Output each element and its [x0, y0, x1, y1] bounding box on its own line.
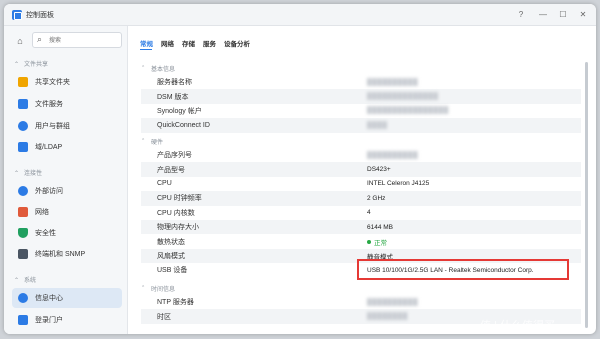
sidebar-item-domain-ldap[interactable]: 域/LDAP	[12, 137, 122, 157]
watermark: 值 | 什么值得买	[480, 320, 555, 332]
home-icon[interactable]: ⌂	[12, 34, 28, 48]
close-icon[interactable]: ✕	[576, 8, 590, 22]
row-physical-memory: 物理内存大小 6144 MB	[141, 220, 581, 235]
search-icon: ⌕	[37, 34, 43, 44]
control-panel-icon	[12, 10, 22, 20]
info-icon	[18, 293, 28, 303]
group-basic-info[interactable]: ⌃ 基本信息	[141, 62, 175, 74]
folder-icon	[18, 77, 28, 87]
title-bar: 控制面板 ? — ☐ ✕	[4, 4, 596, 26]
window-title: 控制面板	[26, 12, 54, 19]
sidebar-item-shared-folder[interactable]: 共享文件夹	[12, 72, 122, 92]
row-dsm-version: DSM 版本 ██████████████	[141, 89, 581, 104]
tab-service[interactable]: 服务	[203, 38, 216, 50]
tab-storage[interactable]: 存储	[182, 38, 195, 50]
sidebar-item-info-center[interactable]: 信息中心	[12, 288, 122, 308]
tab-network[interactable]: 网络	[161, 38, 174, 50]
tab-bar: 常规 网络 存储 服务 设备分析	[140, 38, 250, 50]
sidebar-item-login-portal[interactable]: 登录门户	[12, 310, 122, 330]
control-panel-window: 控制面板 ? — ☐ ✕ ⌂ ⌕ ⌃文件共享 共享文件夹 文件服务 用户与群组 …	[4, 4, 596, 334]
row-cpu: CPU INTEL Celeron J4125	[157, 180, 430, 188]
row-product-model: 产品型号 DS423+	[141, 162, 581, 177]
search-box[interactable]: ⌕	[32, 32, 122, 48]
section-file-sharing[interactable]: ⌃ 文件共享	[14, 59, 48, 68]
status-dot-icon	[367, 239, 371, 244]
search-input[interactable]	[49, 35, 117, 46]
row-thermal-status: 散热状态 正常	[157, 237, 387, 247]
sidebar-item-security[interactable]: 安全性	[12, 223, 122, 243]
row-synology-account: Synology 帐户 ████████████████	[157, 107, 449, 115]
minimize-icon[interactable]: —	[536, 8, 550, 22]
row-ntp-server: NTP 服务器 ██████████	[157, 298, 419, 307]
row-cpu-cores: CPU 内核数 4	[157, 209, 371, 217]
active-tab-indicator	[140, 49, 152, 50]
portal-icon	[18, 315, 28, 325]
domain-icon	[18, 142, 28, 152]
help-icon[interactable]: ?	[514, 8, 528, 22]
sidebar-item-network[interactable]: 网络	[12, 202, 122, 222]
highlight-box	[357, 259, 569, 280]
sidebar-item-user-group[interactable]: 用户与群组	[12, 116, 122, 136]
row-server-name: 服务器名称 ██████████	[157, 78, 419, 87]
sidebar-item-terminal-snmp[interactable]: 终端机和 SNMP	[12, 244, 122, 264]
sidebar-item-external-access[interactable]: 外部访问	[12, 181, 122, 201]
group-time-info[interactable]: ⌃ 时间信息	[141, 282, 175, 294]
maximize-icon[interactable]: ☐	[556, 8, 570, 22]
row-quickconnect-id: QuickConnect ID ████	[141, 118, 581, 133]
status-badge: 正常	[367, 237, 387, 247]
user-group-icon	[18, 121, 28, 131]
terminal-icon	[18, 249, 28, 259]
file-service-icon	[18, 99, 28, 109]
row-serial-number: 产品序列号 ██████████	[157, 151, 419, 160]
globe-icon	[18, 186, 28, 196]
row-cpu-clock: CPU 时钟频率 2 GHz	[141, 191, 581, 206]
section-connectivity[interactable]: ⌃ 连接性	[14, 168, 42, 177]
section-system[interactable]: ⌃ 系统	[14, 275, 36, 284]
tab-device-analysis[interactable]: 设备分析	[224, 38, 250, 50]
sidebar-item-file-service[interactable]: 文件服务	[12, 94, 122, 114]
info-panel: ⌃ 基本信息 服务器名称 ██████████ DSM 版本 ████████████…	[141, 61, 581, 334]
sidebar: ⌂ ⌕ ⌃文件共享 共享文件夹 文件服务 用户与群组 域/LDAP ⌃连接性 外…	[4, 26, 128, 334]
shield-icon	[18, 228, 28, 238]
group-hardware[interactable]: ⌃ 硬件	[141, 135, 163, 147]
home-network-icon	[18, 207, 28, 217]
scrollbar[interactable]	[585, 62, 588, 328]
